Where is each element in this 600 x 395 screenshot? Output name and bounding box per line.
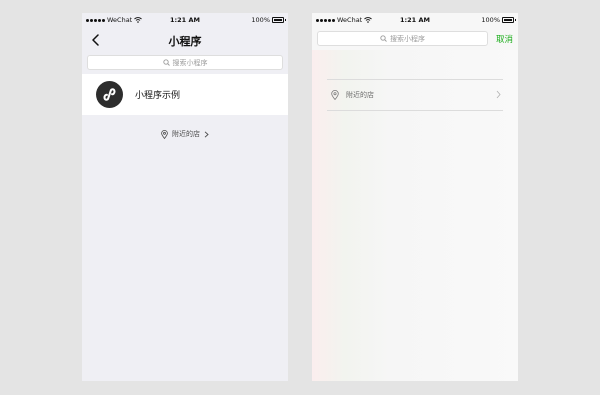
cancel-button[interactable]: 取消: [496, 33, 513, 45]
status-right: 100%: [481, 16, 516, 24]
chevron-right-icon: [496, 90, 501, 99]
nearby-stores-link[interactable]: 附近的店: [82, 129, 288, 139]
page-title: 小程序: [168, 35, 202, 48]
battery-percent: 100%: [481, 16, 500, 24]
status-bar: WeChat 1:21 AM 100%: [82, 13, 288, 27]
search-icon: [380, 35, 387, 42]
battery-percent: 100%: [251, 16, 270, 24]
battery-icon: [272, 17, 286, 23]
status-bar: WeChat 1:21 AM 100%: [312, 13, 518, 27]
search-input[interactable]: 搜索小程序: [317, 31, 488, 46]
mini-program-list-screen: WeChat 1:21 AM 100% 小程序 搜索小程序 小程序示例 附近的店: [82, 13, 288, 381]
nearby-stores-label: 附近的店: [172, 130, 200, 138]
chevron-right-icon: [204, 130, 209, 138]
search-placeholder: 搜索小程序: [390, 34, 425, 43]
location-pin-icon: [161, 129, 168, 139]
list-item-mini-program-demo[interactable]: 小程序示例: [82, 74, 288, 115]
search-overlay: 附近的店: [312, 50, 518, 381]
mini-program-name: 小程序示例: [135, 91, 181, 101]
nearby-stores-row[interactable]: 附近的店: [327, 79, 503, 111]
mini-program-search-screen: WeChat 1:21 AM 100% 搜索小程序 取消 附近的店: [312, 13, 518, 381]
search-input[interactable]: 搜索小程序: [87, 55, 283, 70]
status-right: 100%: [251, 16, 286, 24]
nearby-stores-label: 附近的店: [346, 91, 374, 99]
nav-bar: 小程序: [82, 27, 288, 53]
location-pin-icon: [331, 90, 339, 100]
search-placeholder: 搜索小程序: [172, 58, 208, 67]
search-icon: [162, 59, 170, 66]
mini-program-logo-icon: [96, 81, 123, 108]
battery-icon: [502, 17, 516, 23]
